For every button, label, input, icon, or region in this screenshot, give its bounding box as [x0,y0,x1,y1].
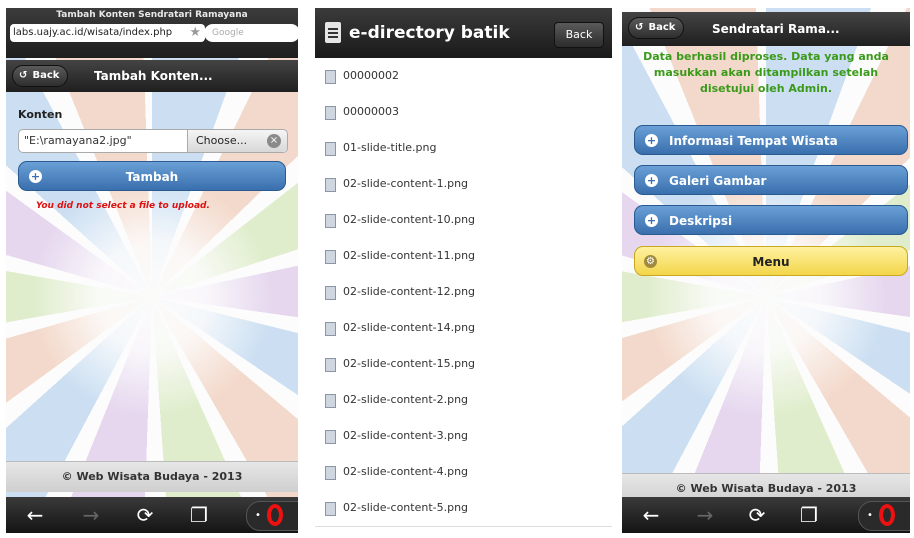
clear-icon[interactable]: × [267,134,281,148]
document-icon [325,22,341,43]
menu-dot-icon: • [867,510,873,521]
opera-menu-button[interactable]: • [246,501,298,531]
file-icon [325,178,336,192]
menu-dot-icon: • [255,510,261,521]
file-list-item[interactable]: 00000003 [315,94,612,131]
reload-icon[interactable]: ⟳ [742,503,772,527]
file-name: 02-slide-content-1.png [343,177,469,190]
browser-nav-bar: ← → ⟳ ❐ • [622,497,910,533]
phone-screen-file-directory: e-directory batik Back 00000002 00000003 0… [315,8,612,533]
file-name: 02-slide-content-2.png [343,393,469,406]
file-icon [325,466,336,480]
file-icon [325,322,336,336]
file-icon [325,70,336,84]
left-arrow-icon[interactable]: ← [636,503,666,527]
back-button[interactable]: ↺ Back [628,17,685,39]
file-list-item[interactable]: 02-slide-content-12.png [315,274,612,311]
add-button[interactable]: + Tambah [18,161,286,191]
file-list-item[interactable]: 02-slide-content-4.png [315,454,612,491]
file-icon [325,250,336,264]
back-button[interactable]: ↺ Back [12,65,69,87]
file-input[interactable]: "E:\ramayana2.jpg" Choose... × [18,129,288,153]
file-icon [325,142,336,156]
footer: © Web Wisata Budaya - 2013 [6,461,298,492]
plus-icon: + [645,134,658,147]
plus-icon: + [645,174,658,187]
file-list-item[interactable]: 02-slide-content-5.png [315,490,612,527]
file-icon [325,358,336,372]
tabs-icon[interactable]: ❐ [184,503,214,527]
file-name: 02-slide-content-4.png [343,465,469,478]
star-icon[interactable]: ★ [189,25,201,41]
right-arrow-icon[interactable]: → [690,503,720,527]
phone-screen-result: ↺ Back Sendratari Rama... Data berhasil … [622,8,910,533]
info-tempat-wisata-button[interactable]: + Informasi Tempat Wisata [634,125,908,155]
file-value: "E:\ramayana2.jpg" [24,134,132,147]
opera-icon [267,504,283,526]
directory-title: e-directory batik [349,23,510,43]
file-icon [325,286,336,300]
file-icon [325,502,336,516]
opera-icon [879,504,895,526]
plus-icon: + [29,170,42,183]
file-name: 02-slide-content-14.png [343,321,476,334]
opera-menu-button[interactable]: • [858,501,910,531]
file-name: 02-slide-content-11.png [343,249,476,262]
file-name: 00000003 [343,105,399,118]
file-list-item[interactable]: 02-slide-content-15.png [315,346,612,383]
search-field[interactable]: Google [204,24,298,42]
gear-icon: ⚙ [644,255,657,268]
browser-page-title: Tambah Konten Sendratari Ramayana [56,10,248,20]
phone-screen-add-content: Tambah Konten Sendratari Ramayana labs.u… [6,8,298,533]
deskripsi-button[interactable]: + Deskripsi [634,205,908,235]
browser-nav-bar: ← → ⟳ ❐ • [6,497,298,533]
file-list-item[interactable]: 02-slide-content-10.png [315,202,612,239]
url-text: labs.uajy.ac.id/wisata/index.php [13,27,173,38]
tabs-icon[interactable]: ❐ [794,503,824,527]
page-title: Tambah Konten... [94,69,213,83]
file-list-item[interactable]: 02-slide-content-3.png [315,418,612,455]
file-list-item[interactable]: 02-slide-content-11.png [315,238,612,275]
menu-button[interactable]: ⚙ Menu [634,246,908,276]
file-name: 02-slide-content-15.png [343,357,476,370]
file-icon [325,106,336,120]
galeri-gambar-button[interactable]: + Galeri Gambar [634,165,908,195]
back-button[interactable]: Back [554,22,604,48]
url-field[interactable]: labs.uajy.ac.id/wisata/index.php ★ [10,24,205,42]
error-message: You did not select a file to upload. [36,201,210,211]
choose-file-button[interactable]: Choose... × [187,130,287,152]
file-name: 00000002 [343,69,399,82]
right-arrow-icon[interactable]: → [76,503,106,527]
page-header: ↺ Back Sendratari Rama... [622,12,910,46]
file-icon [325,214,336,228]
plus-icon: + [645,214,658,227]
browser-address-bar: Tambah Konten Sendratari Ramayana labs.u… [6,8,298,58]
directory-header: e-directory batik Back [315,8,612,58]
left-arrow-icon[interactable]: ← [20,503,50,527]
file-list-item[interactable]: 02-slide-content-2.png [315,382,612,419]
back-arrow-icon: ↺ [635,22,644,33]
file-name: 01-slide-title.png [343,141,437,154]
file-icon [325,430,336,444]
file-list-item[interactable]: 02-slide-content-1.png [315,166,612,203]
reload-icon[interactable]: ⟳ [130,503,160,527]
file-list-item[interactable]: 00000002 [315,58,612,95]
file-icon [325,394,336,408]
back-arrow-icon: ↺ [19,70,28,81]
file-name: 02-slide-content-12.png [343,285,476,298]
file-list-item[interactable]: 01-slide-title.png [315,130,612,167]
file-name: 02-slide-content-3.png [343,429,469,442]
field-label: Konten [18,108,63,121]
file-name: 02-slide-content-10.png [343,213,476,226]
page-header: ↺ Back Tambah Konten... [6,60,298,92]
file-name: 02-slide-content-5.png [343,501,469,514]
file-list-item[interactable]: 02-slide-content-14.png [315,310,612,347]
page-title: Sendratari Rama... [712,22,840,36]
